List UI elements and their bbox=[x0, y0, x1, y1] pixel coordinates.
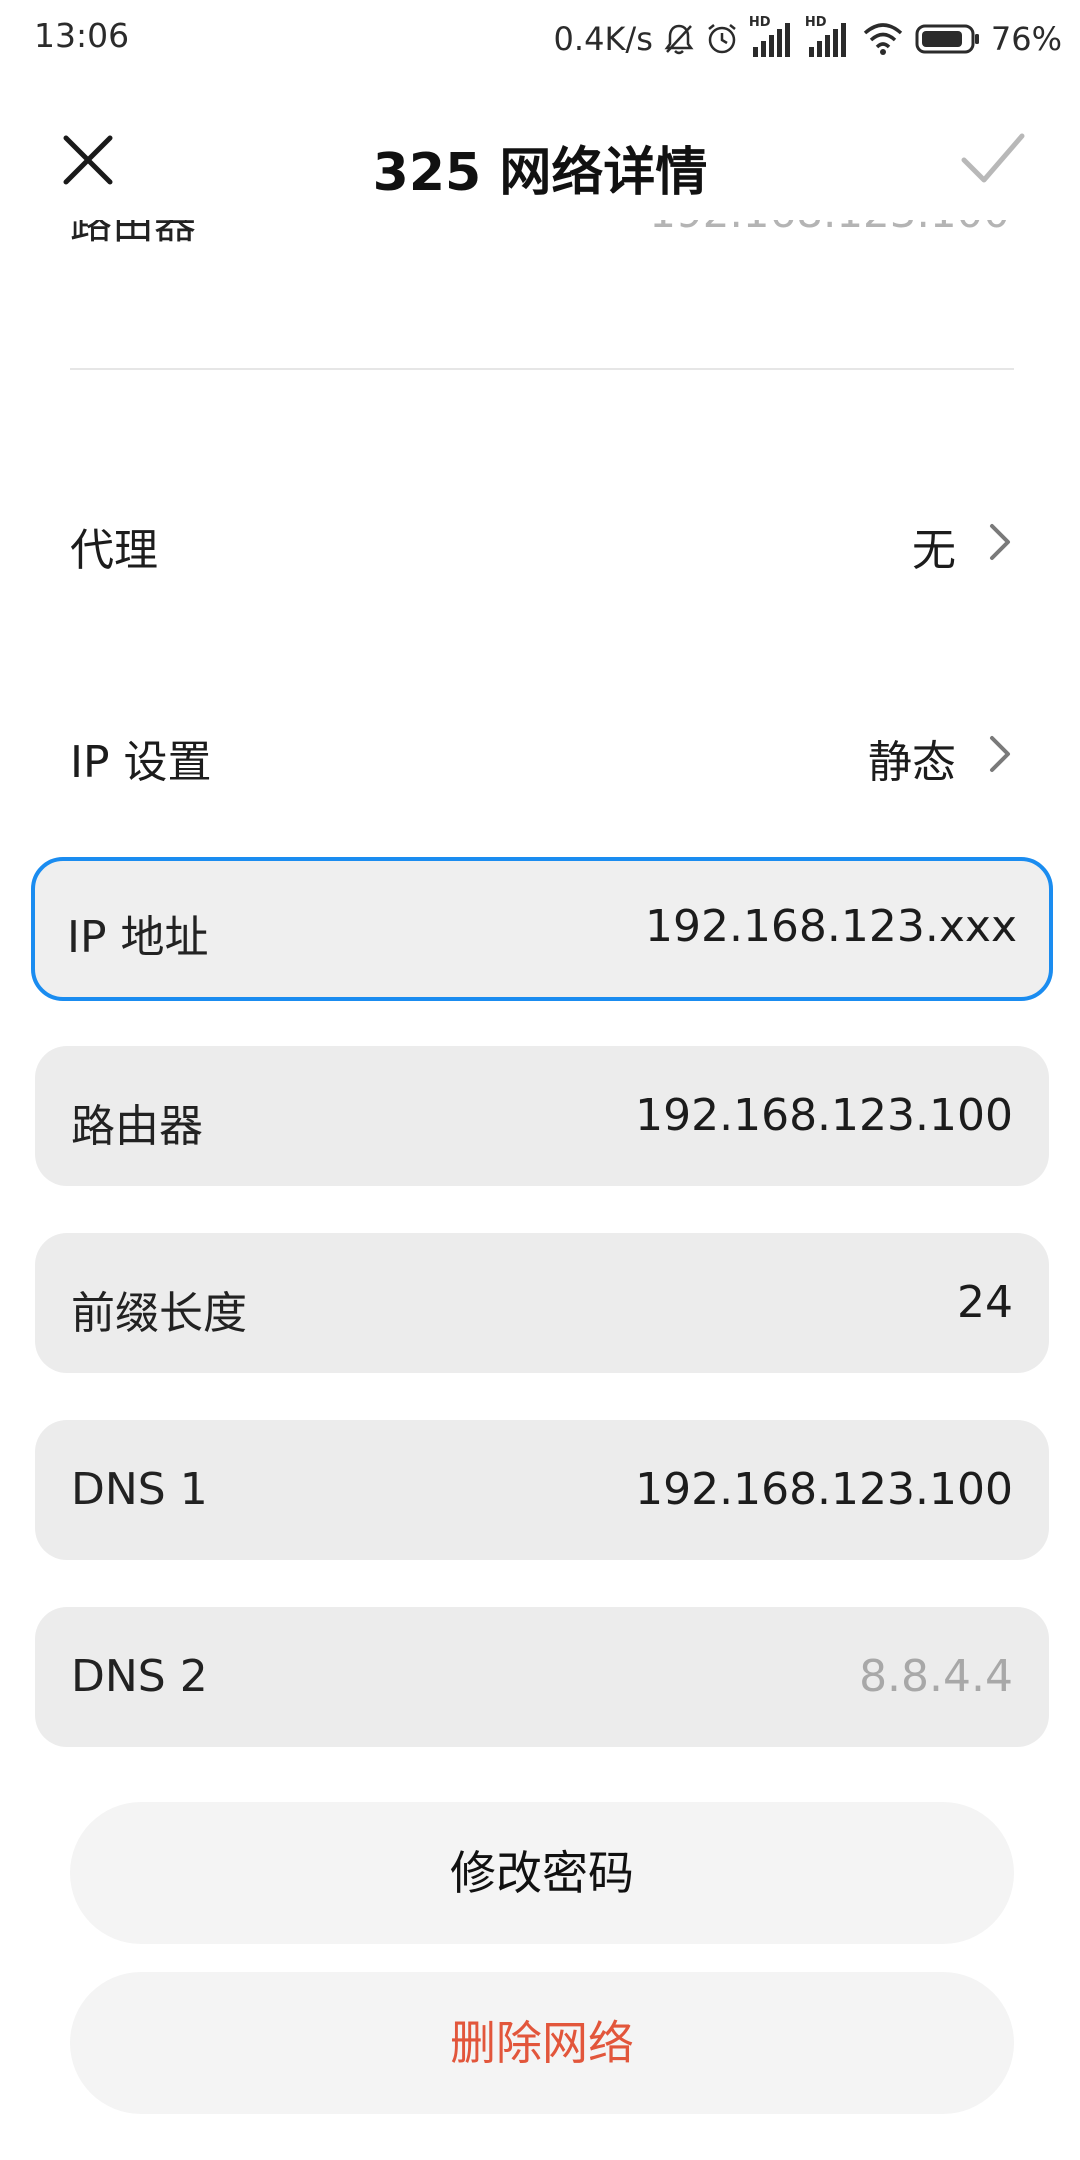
scrolled-router-row: 路由器 192.168.123.100 bbox=[0, 220, 1080, 280]
ip-address-field[interactable]: IP 地址 192.168.123.xxx bbox=[31, 857, 1053, 1001]
check-icon[interactable] bbox=[958, 126, 1028, 190]
app-header: 325 网络详情 bbox=[0, 100, 1080, 220]
scrolled-router-value: 192.168.123.100 bbox=[649, 220, 1010, 237]
dns2-field[interactable]: DNS 2 8.8.4.4 bbox=[35, 1607, 1049, 1747]
wifi-icon bbox=[863, 23, 903, 55]
section-divider bbox=[70, 368, 1014, 370]
prefix-length-field[interactable]: 前缀长度 24 bbox=[35, 1233, 1049, 1373]
chevron-right-icon bbox=[990, 736, 1010, 772]
proxy-value: 无 bbox=[912, 525, 956, 576]
chevron-right-icon bbox=[990, 524, 1010, 560]
signal-icon: HD bbox=[749, 15, 795, 59]
delete-network-button[interactable]: 删除网络 bbox=[70, 1972, 1014, 2114]
battery-icon bbox=[915, 24, 979, 54]
prefix-length-label: 前缀长度 bbox=[71, 1288, 247, 1339]
status-time: 13:06 bbox=[34, 16, 130, 55]
prefix-length-input[interactable]: 24 bbox=[957, 1277, 1013, 1328]
router-input[interactable]: 192.168.123.100 bbox=[635, 1090, 1013, 1141]
router-label: 路由器 bbox=[71, 1101, 203, 1152]
ip-address-input[interactable]: 192.168.123.xxx bbox=[645, 901, 1017, 952]
ip-settings-label: IP 设置 bbox=[70, 737, 212, 788]
signal-icon: HD bbox=[805, 15, 851, 59]
dns2-input[interactable]: 8.8.4.4 bbox=[859, 1651, 1013, 1702]
net-speed: 0.4K/s bbox=[553, 20, 653, 58]
bell-muted-icon bbox=[664, 24, 694, 55]
alarm-icon bbox=[708, 24, 736, 54]
router-field[interactable]: 路由器 192.168.123.100 bbox=[35, 1046, 1049, 1186]
page-title: 325 网络详情 bbox=[372, 143, 708, 203]
battery-percent: 76% bbox=[990, 20, 1062, 58]
dns1-input[interactable]: 192.168.123.100 bbox=[635, 1464, 1013, 1515]
proxy-label: 代理 bbox=[70, 525, 158, 576]
dns1-field[interactable]: DNS 1 192.168.123.100 bbox=[35, 1420, 1049, 1560]
status-bar: 13:06 0.4K/s HD HD 76% bbox=[0, 0, 1080, 78]
ip-settings-row[interactable]: IP 设置 静态 bbox=[70, 706, 1014, 796]
dns1-label: DNS 1 bbox=[71, 1464, 208, 1515]
ip-settings-value: 静态 bbox=[868, 737, 956, 788]
dns2-label: DNS 2 bbox=[71, 1651, 208, 1702]
proxy-row[interactable]: 代理 无 bbox=[70, 494, 1014, 584]
status-icons: 0.4K/s HD HD 76% bbox=[554, 14, 1062, 64]
ip-address-label: IP 地址 bbox=[67, 912, 209, 963]
change-password-button[interactable]: 修改密码 bbox=[70, 1802, 1014, 1944]
scrolled-router-label: 路由器 bbox=[70, 220, 197, 248]
